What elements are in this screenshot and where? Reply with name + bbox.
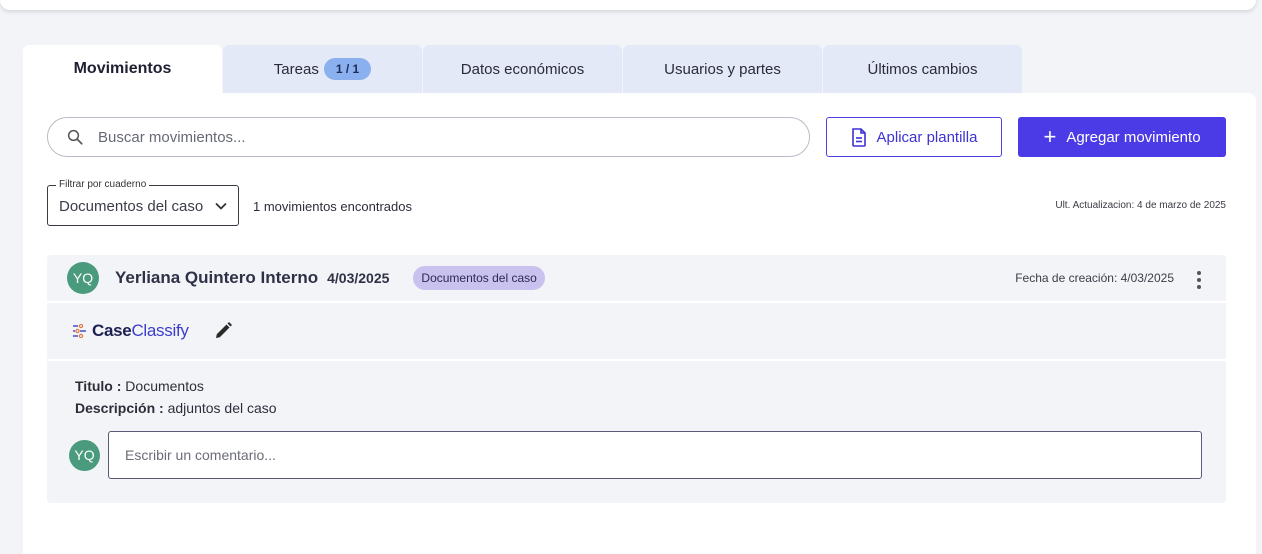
- tab-movimientos[interactable]: Movimientos: [23, 45, 223, 93]
- comment-row: YQ Escribir un comentario...: [69, 431, 1202, 479]
- filter-value: Documentos del caso: [59, 198, 204, 215]
- plus-icon: +: [1043, 124, 1057, 149]
- more-options-icon[interactable]: [1196, 271, 1202, 289]
- filter-legend: Filtrar por cuaderno: [56, 179, 150, 190]
- search-box[interactable]: [47, 117, 810, 157]
- apply-template-label: Aplicar plantilla: [876, 128, 978, 146]
- avatar: YQ: [67, 262, 99, 294]
- notebook-filter-select[interactable]: Filtrar por cuaderno Documentos del caso: [47, 179, 239, 226]
- movement-author: Yerliana Quintero Interno: [115, 268, 319, 287]
- description-label: Descripción :: [75, 400, 164, 416]
- tab-label: Últimos cambios: [867, 60, 978, 78]
- add-movement-label: Agregar movimiento: [1066, 128, 1201, 146]
- apply-template-button[interactable]: Aplicar plantilla: [826, 117, 1002, 157]
- tasks-badge: 1 / 1: [323, 58, 372, 80]
- comment-input[interactable]: Escribir un comentario...: [108, 431, 1202, 479]
- movement-card: YQ Yerliana Quintero Interno 4/03/2025 D…: [47, 255, 1226, 503]
- edit-icon[interactable]: [213, 321, 233, 341]
- tab-bar: Movimientos Tareas 1 / 1 Datos económicos…: [23, 45, 1023, 93]
- tab-label: Datos económicos: [460, 60, 585, 78]
- description-value: adjuntos del caso: [167, 400, 277, 416]
- description-row: Descripción : adjuntos del caso: [75, 397, 1226, 419]
- tab-label: Movimientos: [73, 60, 172, 77]
- tab-label: Tareas: [273, 60, 319, 78]
- results-count: 1 movimientos encontrados: [253, 199, 412, 214]
- movement-date: 4/03/2025: [327, 270, 390, 286]
- top-card: [0, 0, 1256, 10]
- chevron-down-icon: [215, 202, 227, 210]
- movements-panel: Aplicar plantilla + Agregar movimiento F…: [23, 93, 1256, 554]
- last-update: Ult. Actualizacion: 4 de marzo de 2025: [1055, 200, 1226, 211]
- tab-tareas[interactable]: Tareas 1 / 1: [223, 45, 423, 93]
- tab-datos-economicos[interactable]: Datos económicos: [423, 45, 623, 93]
- title-label: Titulo :: [75, 378, 122, 394]
- add-movement-button[interactable]: + Agregar movimiento: [1018, 117, 1226, 157]
- title-row: Titulo : Documentos: [75, 375, 1226, 397]
- logo-text: CaseClassify: [92, 321, 189, 340]
- caseclassify-logo[interactable]: CaseClassify: [72, 321, 189, 341]
- comment-avatar: YQ: [69, 439, 100, 471]
- title-value: Documentos: [125, 378, 204, 394]
- search-input[interactable]: [98, 128, 778, 146]
- creation-date: Fecha de creación: 4/03/2025: [1015, 271, 1174, 285]
- document-icon: [851, 127, 866, 147]
- movement-details: Titulo : Documentos Descripción : adjunt…: [47, 361, 1226, 419]
- tab-usuarios-partes[interactable]: Usuarios y partes: [623, 45, 823, 93]
- tab-label: Usuarios y partes: [664, 60, 781, 78]
- movement-header: YQ Yerliana Quintero Interno 4/03/2025 D…: [47, 255, 1226, 303]
- movement-tools: CaseClassify: [47, 303, 1226, 361]
- caseclassify-mark-icon: [73, 324, 86, 338]
- search-icon: [67, 129, 83, 145]
- tab-ultimos-cambios[interactable]: Últimos cambios: [823, 45, 1023, 93]
- notebook-tag: Documentos del caso: [413, 266, 545, 290]
